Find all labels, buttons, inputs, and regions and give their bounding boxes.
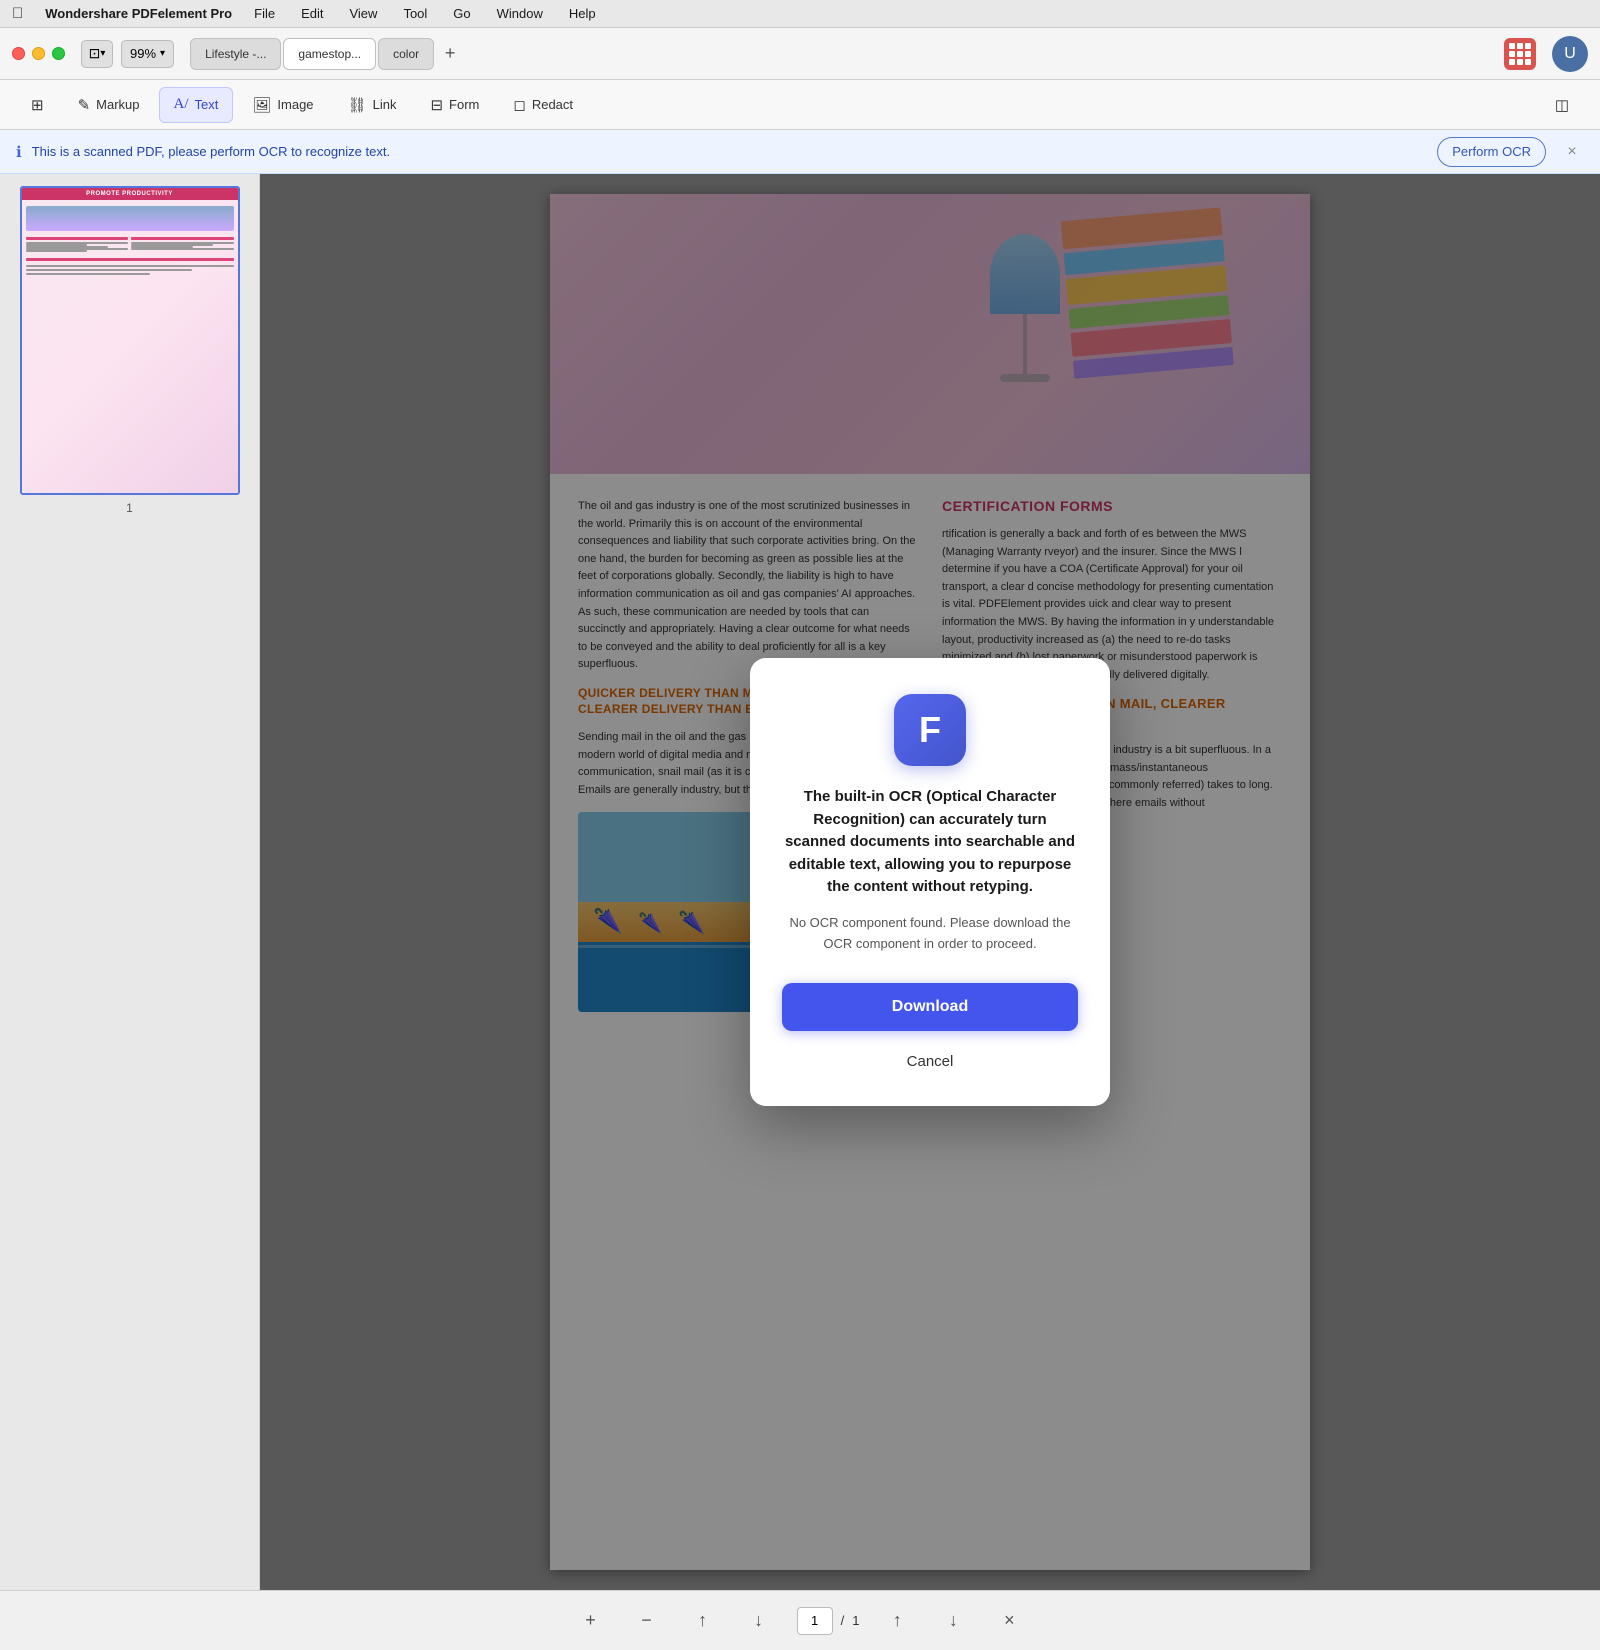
ocr-banner: ℹ This is a scanned PDF, please perform …	[0, 130, 1600, 174]
tool-image-label: Image	[277, 97, 313, 112]
zoom-in-button[interactable]: +	[573, 1603, 609, 1639]
thumb-line-5	[26, 250, 88, 252]
avatar-icon: U	[1564, 45, 1576, 63]
tool-redact-label: Redact	[532, 97, 573, 112]
tool-panel-button[interactable]: ◫	[1540, 87, 1584, 123]
download-button[interactable]: Download	[782, 983, 1078, 1031]
sidebar-toggle-chevron: ▾	[100, 48, 105, 59]
tool-text-label: Text	[195, 97, 219, 112]
text-icon: A/	[174, 96, 189, 113]
grid-icon	[1509, 43, 1531, 65]
markup-icon: ✎	[78, 96, 91, 114]
sidebar-toggle-icon: ⊡	[89, 45, 101, 62]
thumb-line-b3	[26, 273, 151, 275]
sidebar-toggle-button[interactable]: ⊡ ▾	[81, 40, 113, 68]
close-ocr-banner-button[interactable]: ×	[1560, 140, 1584, 164]
thumb-body	[22, 200, 238, 279]
page-number-label: 1	[126, 501, 133, 515]
modal-app-icon: F	[894, 694, 966, 766]
menu-tool[interactable]: Tool	[399, 4, 431, 23]
user-avatar-button[interactable]: U	[1552, 36, 1588, 72]
tool-pages-button[interactable]: ⊞	[16, 87, 59, 123]
tool-redact-button[interactable]: ◻ Redact	[498, 87, 588, 123]
form-icon: ⊟	[430, 96, 443, 114]
page-number-input[interactable]	[797, 1607, 833, 1635]
thumb-col-area	[26, 237, 234, 252]
traffic-lights	[12, 47, 65, 60]
thumb-line-b2	[26, 269, 192, 271]
image-icon: 🖼	[252, 96, 271, 114]
info-icon: ℹ	[16, 143, 22, 161]
thumb-section-pink-right	[131, 237, 234, 240]
page-indicator: / 1	[797, 1607, 860, 1635]
menu-help[interactable]: Help	[565, 4, 600, 23]
modal-title: The built-in OCR (Optical Character Reco…	[782, 786, 1078, 899]
tab-lifestyle[interactable]: Lifestyle -...	[190, 38, 281, 70]
maximize-window-button[interactable]	[52, 47, 65, 60]
close-document-button[interactable]: ×	[991, 1603, 1027, 1639]
pdf-content-area[interactable]: The oil and gas industry is one of the m…	[260, 174, 1600, 1590]
next-page-button[interactable]: ↓	[935, 1603, 971, 1639]
thumb-header: PROMOTE PRODUCTIVITY	[22, 188, 238, 200]
tool-form-label: Form	[449, 97, 479, 112]
close-window-button[interactable]	[12, 47, 25, 60]
apple-logo: 	[12, 5, 23, 22]
perform-ocr-button[interactable]: Perform OCR	[1437, 137, 1546, 167]
tab-color[interactable]: color	[378, 38, 434, 70]
menu-go[interactable]: Go	[449, 4, 474, 23]
fit-page-button[interactable]: ↑	[685, 1603, 721, 1639]
toolbar: ⊡ ▾ 99% ▾ Lifestyle -... gamestop... col…	[0, 28, 1600, 80]
redact-icon: ◻	[513, 96, 525, 114]
fit-width-button[interactable]: ↓	[741, 1603, 777, 1639]
thumb-img-area	[26, 206, 234, 231]
thumb-line-r4	[131, 248, 234, 250]
main-area: PROMOTE PRODUCTIVITY	[0, 174, 1600, 1590]
total-pages: 1	[852, 1613, 859, 1628]
minimize-window-button[interactable]	[32, 47, 45, 60]
tab-bar: Lifestyle -... gamestop... color +	[190, 38, 1488, 70]
zoom-out-button[interactable]: −	[629, 1603, 665, 1639]
tool-link-button[interactable]: ⛓ Link	[333, 87, 412, 123]
thumb-col-right	[131, 237, 234, 252]
bottom-bar: + − ↑ ↓ / 1 ↑ ↓ ×	[0, 1590, 1600, 1650]
thumb-line-b1	[26, 265, 234, 267]
tools-bar: ⊞ ✎ Markup A/ Text 🖼 Image ⛓ Link ⊟ Form…	[0, 80, 1600, 130]
tool-form-button[interactable]: ⊟ Form	[415, 87, 494, 123]
zoom-control[interactable]: 99% ▾	[121, 40, 174, 68]
menu-window[interactable]: Window	[493, 4, 547, 23]
tab-gamestop[interactable]: gamestop...	[283, 38, 376, 70]
grid-view-button[interactable]	[1504, 38, 1536, 70]
page-separator: /	[841, 1613, 845, 1628]
tool-link-label: Link	[373, 97, 397, 112]
thumb-col-left	[26, 237, 129, 252]
modal-description: No OCR component found. Please download …	[782, 913, 1078, 955]
ocr-banner-text: This is a scanned PDF, please perform OC…	[32, 144, 1428, 159]
panel-icon: ◫	[1555, 96, 1569, 114]
thumb-section-orange	[26, 258, 234, 261]
app-name: Wondershare PDFelement Pro	[45, 6, 232, 21]
menu-view[interactable]: View	[345, 4, 381, 23]
add-tab-button[interactable]: +	[436, 40, 464, 68]
zoom-level: 99%	[130, 46, 156, 61]
tool-image-button[interactable]: 🖼 Image	[237, 87, 328, 123]
page-thumbnail-1[interactable]: PROMOTE PRODUCTIVITY	[20, 186, 240, 495]
tool-markup-button[interactable]: ✎ Markup	[63, 87, 155, 123]
page-thumb-inner: PROMOTE PRODUCTIVITY	[22, 188, 238, 493]
prev-page-button[interactable]: ↑	[879, 1603, 915, 1639]
ocr-modal: F The built-in OCR (Optical Character Re…	[750, 658, 1110, 1105]
zoom-chevron-icon: ▾	[160, 48, 165, 59]
modal-overlay: F The built-in OCR (Optical Character Re…	[260, 174, 1600, 1590]
cancel-button[interactable]: Cancel	[883, 1045, 978, 1078]
sidebar: PROMOTE PRODUCTIVITY	[0, 174, 260, 1590]
thumb-section-pink	[26, 237, 129, 240]
menu-edit[interactable]: Edit	[297, 4, 327, 23]
pages-icon: ⊞	[31, 96, 44, 114]
menu-bar:  Wondershare PDFelement Pro File Edit V…	[0, 0, 1600, 28]
tool-markup-label: Markup	[96, 97, 139, 112]
link-icon: ⛓	[348, 96, 367, 114]
menu-file[interactable]: File	[250, 4, 279, 23]
tool-text-button[interactable]: A/ Text	[159, 87, 234, 123]
modal-icon-letter: F	[919, 709, 941, 751]
